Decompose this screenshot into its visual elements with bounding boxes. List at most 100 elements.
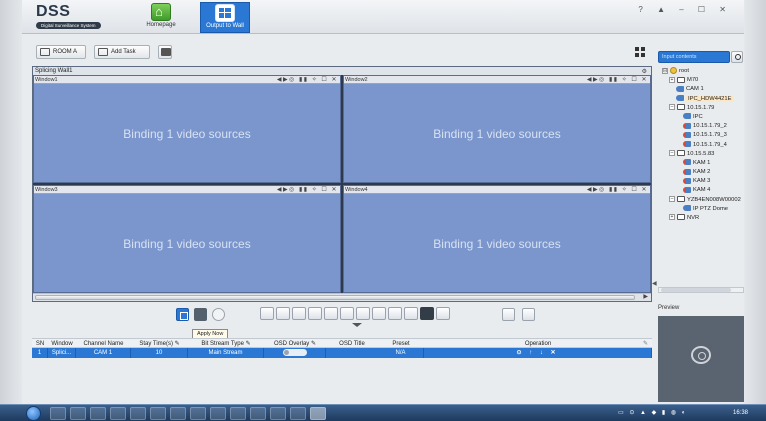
taskbar-app-icon[interactable] xyxy=(90,407,106,420)
window-name: Window2 xyxy=(345,77,368,83)
taskbar-app-icon[interactable] xyxy=(270,407,286,420)
nav-tab-homepage[interactable]: Homepage xyxy=(136,2,186,33)
custom-layout-button[interactable] xyxy=(436,307,450,320)
search-input[interactable]: Input contents xyxy=(658,51,730,63)
room-select-button[interactable]: ROOM A xyxy=(36,45,86,59)
apply-now-button[interactable] xyxy=(176,308,189,321)
desktop-left xyxy=(0,0,22,404)
search-icon[interactable] xyxy=(731,51,743,63)
scrollbar-thumb[interactable] xyxy=(35,295,635,300)
grid-settings-button[interactable] xyxy=(522,308,535,321)
layout-4x4-button[interactable] xyxy=(340,307,354,320)
header-text: Stay Time(s) xyxy=(139,341,173,347)
wall-horizontal-scrollbar[interactable]: ▶ xyxy=(33,293,651,301)
tree-node[interactable]: 10.15.1.79_4 xyxy=(658,140,744,150)
edit-pencil-icon[interactable]: ✎ xyxy=(173,341,180,347)
taskbar-powerpoint-icon[interactable] xyxy=(210,407,226,420)
tree-node[interactable]: KAM 2 xyxy=(658,168,744,177)
taskbar-app-icon[interactable] xyxy=(290,407,306,420)
expand-toggle-icon[interactable]: – xyxy=(669,150,675,157)
swap-button[interactable] xyxy=(502,308,515,321)
window-control-icons[interactable]: ◀▶◎ ▮▮ ✧ ☐ ✕ xyxy=(587,76,648,84)
camera-icon xyxy=(683,113,691,120)
tree-horizontal-scrollbar[interactable] xyxy=(658,287,744,293)
window-control-icons[interactable]: ◀▶◎ ▮▮ ✧ ☐ ✕ xyxy=(587,186,648,194)
save-button[interactable] xyxy=(158,45,172,59)
taskbar-media-icon[interactable] xyxy=(150,407,166,420)
tree-node[interactable]: 10.15.1.79_3 xyxy=(658,131,744,140)
scroll-right-arrow-icon[interactable]: ▶ xyxy=(643,293,648,300)
tree-node[interactable]: – 10.15.5.83 xyxy=(658,150,744,159)
expand-toggle-icon[interactable]: – xyxy=(669,104,675,111)
device-panel: Input contents ⊟ root + M70 CAM 1 IPC_HDW4421… xyxy=(658,43,744,404)
layout-1x1-button[interactable] xyxy=(260,307,274,320)
tree-node-label: IPC_HDW4421E xyxy=(686,95,734,102)
expand-toggle-icon[interactable]: + xyxy=(669,214,675,221)
taskbar-app-icon[interactable] xyxy=(130,407,146,420)
layout-2x3-button[interactable] xyxy=(308,307,322,320)
tree-node[interactable]: KAM 1 xyxy=(658,159,744,168)
taskbar-app-icon[interactable] xyxy=(70,407,86,420)
video-window-3[interactable]: Window3 ◀▶◎ ▮▮ ✧ ☐ ✕ Binding 1 video sou… xyxy=(33,185,341,293)
window-name: Window3 xyxy=(35,187,58,193)
clear-layout-button[interactable] xyxy=(404,307,418,320)
system-tray[interactable]: ▭ ⊙ ▲ ◆ ▮ ◍ ◐ xyxy=(618,409,687,416)
video-window-1[interactable]: Window1 ◀▶◎ ▮▮ ✧ ☐ ✕ Binding 1 video sou… xyxy=(33,75,341,183)
row-operation-icons[interactable]: ⊙ ↑ ↓ ✕ xyxy=(424,348,652,358)
preview-pane xyxy=(658,316,744,402)
tree-node[interactable]: CAM 1 xyxy=(658,85,744,94)
tree-node[interactable]: IPC xyxy=(658,113,744,122)
osd-overlay-toggle[interactable] xyxy=(282,349,307,356)
edit-layout-button[interactable] xyxy=(388,307,402,320)
tree-node[interactable]: KAM 4 xyxy=(658,186,744,195)
tree-node[interactable]: IPC_HDW4421E xyxy=(658,95,744,104)
taskbar-app-icon[interactable] xyxy=(250,407,266,420)
window-control-icons[interactable]: ◀▶◎ ▮▮ ✧ ☐ ✕ xyxy=(277,76,338,84)
scrollbar-thumb[interactable] xyxy=(661,288,731,292)
taskbar-folder-icon[interactable] xyxy=(110,407,126,420)
cell-preset[interactable]: N/A xyxy=(378,348,424,358)
expand-toggle-icon[interactable]: + xyxy=(669,76,675,83)
expand-toggle-icon[interactable]: – xyxy=(669,196,675,203)
window-control-icons[interactable]: ◀▶◎ ▮▮ ✧ ☐ ✕ xyxy=(277,186,338,194)
video-window-4[interactable]: Window4 ◀▶◎ ▮▮ ✧ ☐ ✕ Binding 1 video sou… xyxy=(343,185,651,293)
expand-toggle-icon[interactable]: ⊟ xyxy=(662,67,668,74)
tree-node[interactable]: – 10.15.1.79 xyxy=(658,104,744,113)
split-screen-button[interactable] xyxy=(194,308,207,321)
tree-node[interactable]: 10.15.1.79_2 xyxy=(658,122,744,131)
table-row[interactable]: 1 Splici... CAM 1 10 Main Stream N/A ⊙ ↑… xyxy=(32,348,652,358)
video-window-2[interactable]: Window2 ◀▶◎ ▮▮ ✧ ☐ ✕ Binding 1 video sou… xyxy=(343,75,651,183)
taskbar-browser-icon[interactable] xyxy=(50,407,66,420)
timer-icon[interactable] xyxy=(212,308,225,321)
tree-node[interactable]: ⊟ root xyxy=(658,67,744,76)
start-button[interactable] xyxy=(26,406,41,421)
cell-stay-time[interactable]: 10 xyxy=(131,348,188,358)
add-task-button[interactable]: Add Task xyxy=(94,45,150,59)
tree-node[interactable]: KAM 3 xyxy=(658,177,744,186)
cell-bitstream[interactable]: Main Stream xyxy=(188,348,264,358)
layout-5x5-button[interactable] xyxy=(356,307,370,320)
taskbar-app-icon[interactable] xyxy=(230,407,246,420)
camera-icon xyxy=(676,85,684,92)
tree-node[interactable]: IP PTZ Dome xyxy=(658,205,744,214)
edit-pencil-icon[interactable]: ✎ xyxy=(309,341,316,347)
layout-grid-icon[interactable] xyxy=(635,47,645,57)
tree-node[interactable]: – YZB4EN008W00002 xyxy=(658,196,744,205)
nav-tab-output-to-wall[interactable]: Output to Wall xyxy=(200,2,250,33)
tree-node-label: KAM 1 xyxy=(693,159,711,166)
layout-2x2-button[interactable] xyxy=(276,307,290,320)
tree-node[interactable]: + M70 xyxy=(658,76,744,85)
layout-6x6-button[interactable] xyxy=(372,307,386,320)
taskbar-dss-icon[interactable] xyxy=(310,407,326,420)
taskbar-word-icon[interactable] xyxy=(170,407,186,420)
collapse-arrow-icon[interactable] xyxy=(352,323,362,327)
layout-3x3-button[interactable] xyxy=(324,307,338,320)
layout-1plus3-button[interactable] xyxy=(292,307,306,320)
edit-pencil-icon[interactable]: ✎ xyxy=(244,341,251,347)
camera-icon xyxy=(683,122,691,129)
title-bar: DSS Digital Surveillance System Homepage… xyxy=(22,0,744,34)
taskbar-app-icon[interactable] xyxy=(190,407,206,420)
tree-node[interactable]: + NVR xyxy=(658,214,744,223)
fill-layout-button[interactable] xyxy=(420,307,434,320)
window-controls[interactable]: ? ▲ – ☐ ✕ xyxy=(638,5,732,14)
